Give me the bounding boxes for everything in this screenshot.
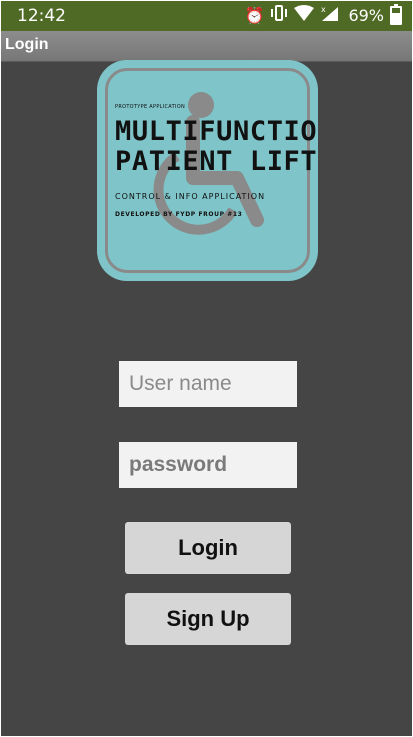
wifi-icon bbox=[294, 5, 315, 26]
app-bar-title: Login bbox=[5, 36, 49, 53]
logo-subtitle: CONTROL & INFO APPLICATION bbox=[115, 192, 266, 201]
app-logo: PROTOTYPE APPLICATION MULTIFUNCTION PATI… bbox=[97, 60, 318, 281]
logo-developed-by: DEVELOPED BY FYDP FROUP #13 bbox=[115, 211, 243, 218]
status-icons: ⏰ x 69% bbox=[244, 4, 402, 26]
status-time: 12:42 bbox=[17, 6, 66, 26]
alarm-icon: ⏰ bbox=[244, 5, 265, 25]
signal-icon: x bbox=[320, 5, 340, 26]
username-input[interactable] bbox=[119, 361, 297, 407]
app-screen: 12:42 ⏰ x 69% Login PROTOTYPE APPLICATIO… bbox=[1, 1, 412, 736]
password-input[interactable] bbox=[119, 442, 297, 488]
battery-percentage: 69% bbox=[348, 5, 384, 25]
svg-text:x: x bbox=[321, 5, 326, 14]
vibrate-icon bbox=[270, 5, 288, 26]
logo-prototype-text: PROTOTYPE APPLICATION bbox=[115, 104, 186, 110]
login-button[interactable]: Login bbox=[125, 522, 291, 574]
sign-up-button[interactable]: Sign Up bbox=[125, 593, 291, 645]
app-bar: Login bbox=[1, 31, 412, 62]
battery-icon bbox=[390, 4, 402, 25]
status-bar: 12:42 ⏰ x 69% bbox=[1, 1, 412, 31]
logo-title-line1: MULTIFUNCTION bbox=[115, 116, 318, 147]
logo-title-line2: PATIENT LIFT bbox=[115, 146, 318, 177]
